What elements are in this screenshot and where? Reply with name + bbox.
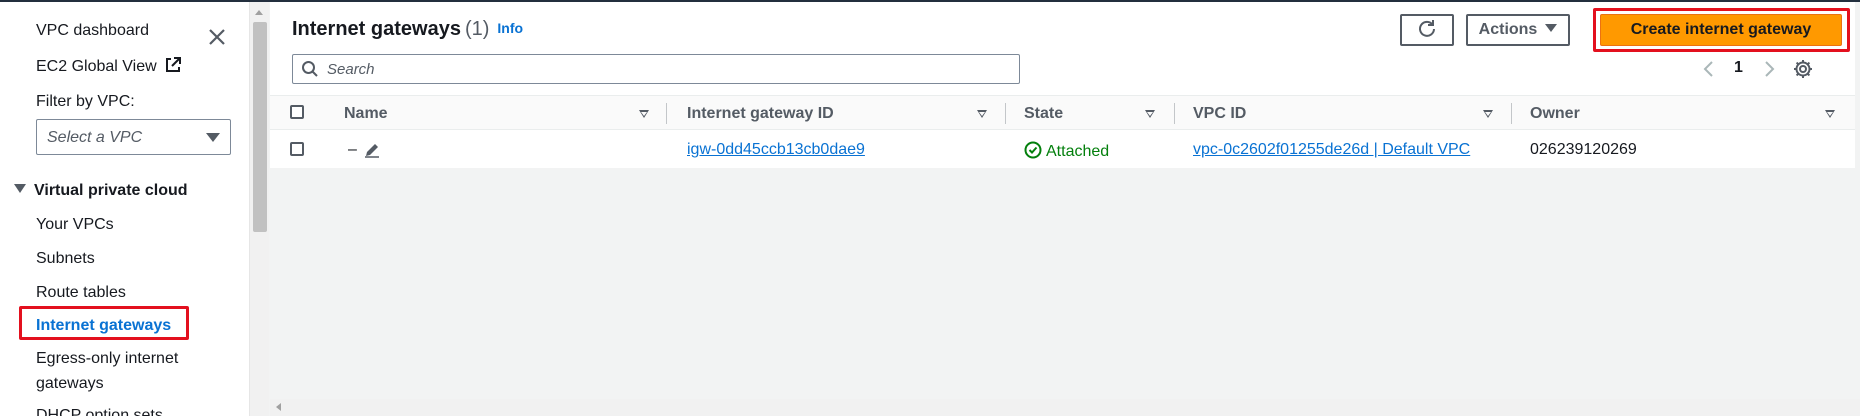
filter-by-vpc-label: Filter by VPC:	[36, 93, 135, 110]
filter-vpc-select[interactable]: Select a VPC	[36, 119, 231, 155]
column-header-state[interactable]: State	[1024, 105, 1063, 123]
sidebar-item-egress-only-internet-gateways[interactable]: Egress-only internet	[36, 350, 178, 368]
column-divider[interactable]	[1511, 103, 1512, 124]
sidebar-item-ec2-global-view[interactable]: EC2 Global View	[36, 56, 182, 76]
sidebar-navigation: VPC dashboard EC2 Global View Filter by …	[0, 2, 249, 416]
info-link[interactable]: Info	[497, 20, 523, 36]
page-title-text: Internet gateways	[292, 18, 461, 40]
select-all-checkbox[interactable]	[290, 105, 304, 119]
table-header: Name Internet gateway ID State VPC ID Ow…	[270, 95, 1855, 130]
sort-icon[interactable]	[1483, 110, 1493, 118]
scroll-up-arrow-icon[interactable]	[255, 10, 263, 15]
current-page-number[interactable]: 1	[1734, 59, 1743, 77]
sort-icon[interactable]	[1825, 110, 1835, 118]
sidebar-item-internet-gateways[interactable]: Internet gateways	[36, 317, 171, 335]
caret-down-icon	[1545, 24, 1558, 32]
chevron-left-icon[interactable]	[1700, 59, 1718, 79]
column-divider[interactable]	[666, 103, 667, 124]
section-title: Virtual private cloud	[34, 182, 188, 199]
caret-down-icon	[206, 133, 220, 142]
item-count: (1)	[464, 18, 490, 40]
chevron-right-icon[interactable]	[1760, 59, 1778, 79]
select-placeholder: Select a VPC	[47, 129, 143, 146]
settings-gear-icon[interactable]	[1792, 58, 1814, 80]
cell-vpc-id-link[interactable]: vpc-0c2602f01255de26d | Default VPC	[1193, 141, 1470, 159]
search-icon	[302, 61, 318, 77]
close-icon[interactable]	[206, 26, 228, 48]
column-header-vpc-id[interactable]: VPC ID	[1193, 105, 1246, 123]
create-internet-gateway-button[interactable]: Create internet gateway	[1600, 14, 1842, 46]
cell-owner: 026239120269	[1530, 141, 1637, 158]
sidebar-item-subnets[interactable]: Subnets	[36, 250, 95, 268]
sidebar-scrollbar[interactable]	[249, 2, 269, 416]
cell-state: Attached	[1024, 141, 1109, 161]
column-header-name[interactable]: Name	[344, 105, 388, 123]
status-success-icon	[1024, 141, 1042, 159]
sidebar-item-egress-only-continued[interactable]: gateways	[36, 375, 104, 393]
search-input[interactable]: Search	[292, 54, 1020, 84]
column-header-internet-gateway-id[interactable]: Internet gateway ID	[687, 105, 834, 123]
sidebar-item-label: EC2 Global View	[36, 58, 157, 75]
horizontal-scrollbar[interactable]	[270, 399, 1860, 416]
scrollbar-thumb[interactable]	[253, 22, 267, 232]
actions-button[interactable]: Actions	[1466, 14, 1570, 46]
cell-internet-gateway-id-link[interactable]: igw-0dd45ccb13cb0dae9	[687, 141, 865, 159]
actions-label: Actions	[1478, 21, 1538, 38]
sidebar-item-vpc-dashboard[interactable]: VPC dashboard	[36, 22, 149, 40]
column-header-owner[interactable]: Owner	[1530, 105, 1580, 123]
table-row[interactable]: – igw-0dd45ccb13cb0dae9 Attached vpc-0c2…	[270, 131, 1855, 168]
sort-icon[interactable]	[977, 110, 987, 118]
internet-gateways-panel: Internet gateways (1) Info Actions Create …	[270, 2, 1855, 168]
column-divider[interactable]	[1174, 103, 1175, 124]
page-title: Internet gateways (1) Info	[292, 18, 523, 41]
row-select-checkbox[interactable]	[290, 142, 304, 156]
sort-icon[interactable]	[1145, 110, 1155, 118]
state-text: Attached	[1046, 143, 1110, 160]
sidebar-item-dhcp-option-sets[interactable]: DHCP option sets	[36, 407, 163, 416]
refresh-button[interactable]	[1400, 14, 1454, 46]
scroll-left-arrow-icon[interactable]	[276, 403, 281, 411]
section-virtual-private-cloud[interactable]: Virtual private cloud	[14, 182, 188, 200]
external-link-icon	[166, 57, 182, 72]
refresh-icon	[1419, 20, 1435, 37]
column-divider[interactable]	[1005, 103, 1006, 124]
search-placeholder: Search	[327, 61, 375, 78]
sort-icon[interactable]	[639, 110, 649, 118]
sidebar-item-your-vpcs[interactable]: Your VPCs	[36, 216, 114, 234]
caret-down-icon	[14, 184, 26, 193]
edit-pencil-icon[interactable]	[363, 141, 381, 159]
main-content: Internet gateways (1) Info Actions Create …	[270, 2, 1860, 416]
sidebar-item-route-tables[interactable]: Route tables	[36, 284, 126, 302]
cell-name: –	[348, 141, 357, 158]
